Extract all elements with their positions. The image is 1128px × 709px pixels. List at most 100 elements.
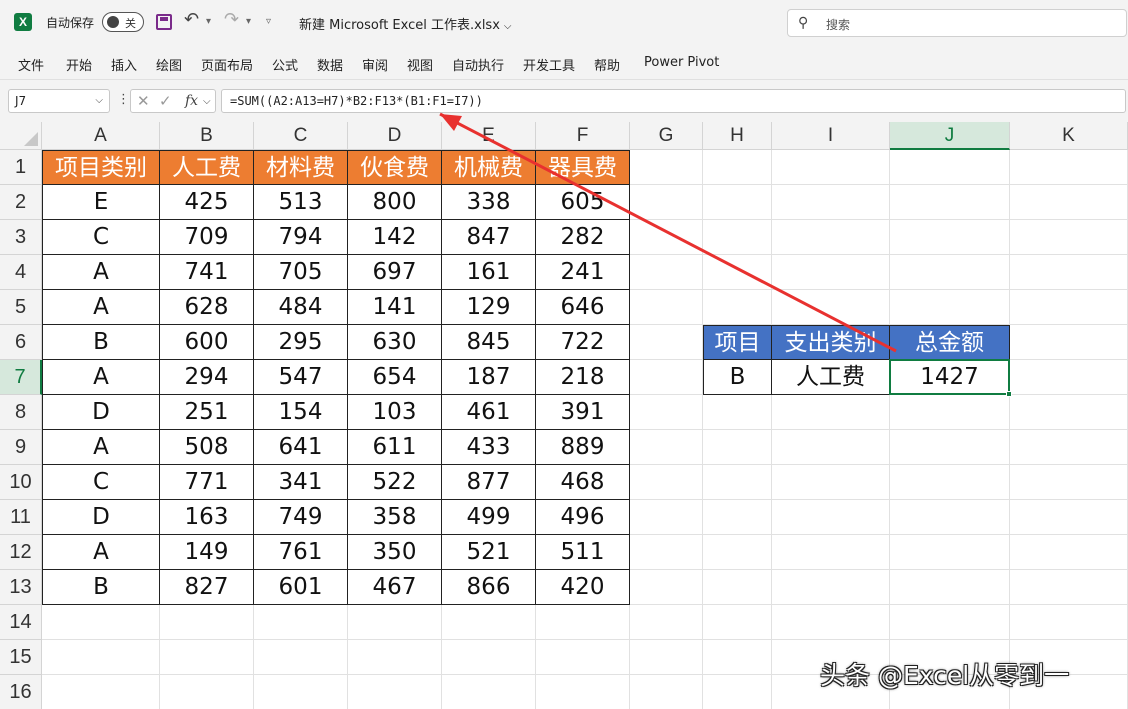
table-cell[interactable]: 241 <box>536 255 630 290</box>
tab-power-pivot[interactable]: Power Pivot <box>644 55 719 70</box>
table-cell[interactable]: 484 <box>254 290 348 325</box>
tab-draw[interactable]: 绘图 <box>156 55 182 74</box>
table-cell[interactable]: 522 <box>348 465 442 500</box>
table-cell[interactable]: 654 <box>348 360 442 395</box>
table-cell[interactable]: 547 <box>254 360 348 395</box>
tab-automate[interactable]: 自动执行 <box>452 55 504 74</box>
table-cell[interactable]: 425 <box>160 185 254 220</box>
tab-home[interactable]: 开始 <box>66 55 92 74</box>
file-title[interactable]: 新建 Microsoft Excel 工作表.xlsx ⌵ <box>299 14 512 33</box>
table-cell[interactable]: 866 <box>442 570 536 605</box>
table-cell[interactable]: 218 <box>536 360 630 395</box>
table-cell[interactable]: 794 <box>254 220 348 255</box>
table-cell[interactable]: 187 <box>442 360 536 395</box>
table-cell[interactable]: 282 <box>536 220 630 255</box>
fx-dropdown-icon[interactable]: ⌵ <box>203 96 211 107</box>
table-cell[interactable]: 295 <box>254 325 348 360</box>
table-cell[interactable]: A <box>42 430 160 465</box>
table-cell[interactable]: 129 <box>442 290 536 325</box>
table-cell[interactable]: 800 <box>348 185 442 220</box>
row-header-15[interactable]: 15 <box>0 640 42 675</box>
table-cell[interactable]: 845 <box>442 325 536 360</box>
table-cell[interactable]: A <box>42 255 160 290</box>
name-box[interactable]: J7 ⌵ <box>8 89 110 113</box>
row-header-8[interactable]: 8 <box>0 395 42 430</box>
table-cell[interactable]: 141 <box>348 290 442 325</box>
redo-dropdown-icon[interactable]: ▾ <box>246 16 251 27</box>
row-header-7[interactable]: 7 <box>0 360 42 395</box>
cancel-icon[interactable]: ✕ <box>137 92 150 110</box>
row-header-4[interactable]: 4 <box>0 255 42 290</box>
tab-formulas[interactable]: 公式 <box>272 55 298 74</box>
column-header-j[interactable]: J <box>890 122 1010 150</box>
table-cell[interactable]: 646 <box>536 290 630 325</box>
table-cell[interactable]: 154 <box>254 395 348 430</box>
column-header-k[interactable]: K <box>1010 122 1128 150</box>
table-cell[interactable]: 513 <box>254 185 348 220</box>
table-cell[interactable]: A <box>42 290 160 325</box>
table-cell[interactable]: C <box>42 220 160 255</box>
table-cell[interactable]: B <box>42 325 160 360</box>
row-header-16[interactable]: 16 <box>0 675 42 709</box>
table-cell[interactable]: 496 <box>536 500 630 535</box>
table-cell[interactable]: 601 <box>254 570 348 605</box>
column-header-d[interactable]: D <box>348 122 442 150</box>
table-cell[interactable]: 605 <box>536 185 630 220</box>
tab-insert[interactable]: 插入 <box>111 55 137 74</box>
lookup-cell[interactable]: 人工费 <box>772 360 890 395</box>
column-header-h[interactable]: H <box>703 122 772 150</box>
table-cell[interactable]: 705 <box>254 255 348 290</box>
table-cell[interactable]: 433 <box>442 430 536 465</box>
table-cell[interactable]: D <box>42 395 160 430</box>
table-cell[interactable]: 641 <box>254 430 348 465</box>
table-cell[interactable]: C <box>42 465 160 500</box>
table-cell[interactable]: 761 <box>254 535 348 570</box>
more-options-icon[interactable]: ⋮ <box>117 92 130 107</box>
save-icon[interactable] <box>156 14 172 30</box>
row-header-5[interactable]: 5 <box>0 290 42 325</box>
table-cell[interactable]: 358 <box>348 500 442 535</box>
column-header-b[interactable]: B <box>160 122 254 150</box>
row-header-2[interactable]: 2 <box>0 185 42 220</box>
table-cell[interactable]: 294 <box>160 360 254 395</box>
table-cell[interactable]: 521 <box>442 535 536 570</box>
table-cell[interactable]: 350 <box>348 535 442 570</box>
table-cell[interactable]: 461 <box>442 395 536 430</box>
table-cell[interactable]: 468 <box>536 465 630 500</box>
tab-help[interactable]: 帮助 <box>594 55 620 74</box>
table-cell[interactable]: B <box>42 570 160 605</box>
table-cell[interactable]: 508 <box>160 430 254 465</box>
table-cell[interactable]: 771 <box>160 465 254 500</box>
tab-file[interactable]: 文件 <box>18 55 44 74</box>
customize-toolbar-icon[interactable]: ▿ <box>266 16 271 27</box>
table-cell[interactable]: 697 <box>348 255 442 290</box>
table-cell[interactable]: 877 <box>442 465 536 500</box>
column-header-g[interactable]: G <box>630 122 703 150</box>
row-header-13[interactable]: 13 <box>0 570 42 605</box>
table-cell[interactable]: 741 <box>160 255 254 290</box>
table-cell[interactable]: 847 <box>442 220 536 255</box>
table-cell[interactable]: 338 <box>442 185 536 220</box>
table-cell[interactable]: 341 <box>254 465 348 500</box>
table-cell[interactable]: 391 <box>536 395 630 430</box>
confirm-icon[interactable]: ✓ <box>159 92 172 110</box>
table-cell[interactable]: 611 <box>348 430 442 465</box>
redo-icon[interactable]: ↷ <box>224 9 239 30</box>
table-cell[interactable]: 103 <box>348 395 442 430</box>
table-cell[interactable]: 709 <box>160 220 254 255</box>
table-cell[interactable]: 142 <box>348 220 442 255</box>
spreadsheet-grid[interactable]: A B C D E F G H I J K 1 2 3 4 5 6 7 8 9 10 11 12 13 14 15 16 项目类别 人工… <box>0 122 1128 709</box>
table-cell[interactable]: 600 <box>160 325 254 360</box>
table-cell[interactable]: 467 <box>348 570 442 605</box>
row-header-11[interactable]: 11 <box>0 500 42 535</box>
formula-input[interactable]: =SUM((A2:A13=H7)*B2:F13*(B1:F1=I7)) <box>221 89 1126 113</box>
column-header-f[interactable]: F <box>536 122 630 150</box>
row-header-12[interactable]: 12 <box>0 535 42 570</box>
table-cell[interactable]: A <box>42 360 160 395</box>
select-all-corner[interactable] <box>0 122 42 150</box>
column-header-e[interactable]: E <box>442 122 536 150</box>
table-cell[interactable]: 420 <box>536 570 630 605</box>
tab-view[interactable]: 视图 <box>407 55 433 74</box>
undo-icon[interactable]: ↶ <box>184 9 199 30</box>
row-header-9[interactable]: 9 <box>0 430 42 465</box>
